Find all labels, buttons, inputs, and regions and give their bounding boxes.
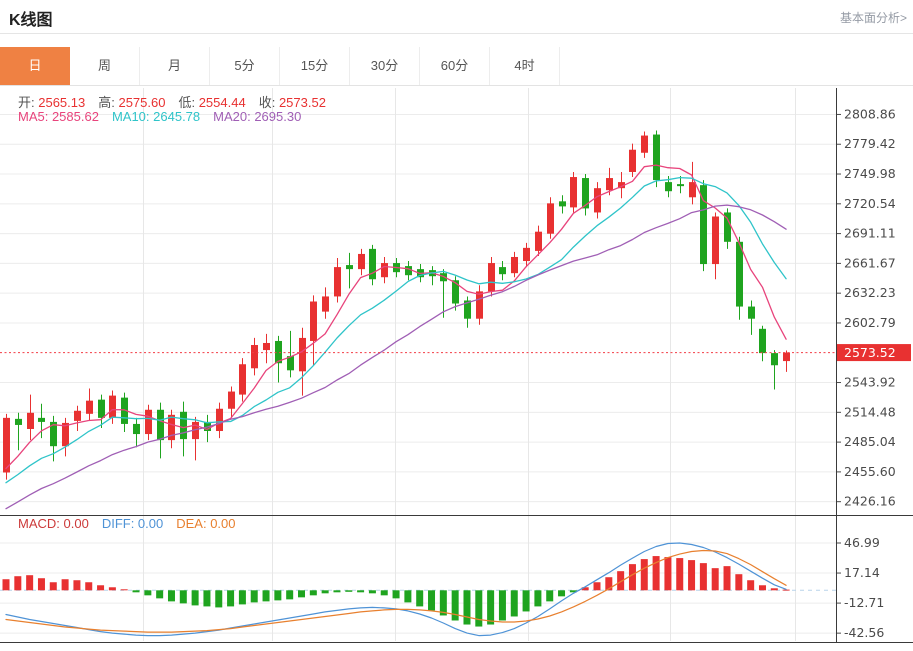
page-title: K线图 [9, 12, 53, 29]
svg-text:2514.48: 2514.48 [844, 404, 896, 419]
svg-text:2426.16: 2426.16 [844, 494, 896, 509]
svg-text:2632.23: 2632.23 [844, 285, 896, 300]
svg-text:-42.56: -42.56 [844, 625, 884, 640]
svg-text:2543.92: 2543.92 [844, 375, 896, 390]
kline-chart[interactable]: 2808.86 2779.42 2749.98 2720.54 2691.11 2661.… [0, 86, 913, 645]
svg-text:2661.67: 2661.67 [844, 255, 896, 270]
svg-text:46.99: 46.99 [844, 535, 880, 550]
svg-text:2779.42: 2779.42 [844, 136, 896, 151]
chart-area: 2808.86 2779.42 2749.98 2720.54 2691.11 2661.… [0, 86, 913, 651]
tab-5min[interactable]: 5分 [210, 47, 280, 85]
svg-text:17.14: 17.14 [844, 565, 880, 580]
tab-week[interactable]: 周 [70, 47, 140, 85]
fundamental-analysis-link[interactable]: 基本面分析> [840, 9, 907, 26]
svg-text:2573.52: 2573.52 [844, 345, 896, 360]
svg-text:2691.11: 2691.11 [844, 226, 896, 241]
period-tabs: 日周月 5分 15分 30分 60分 4时 [0, 47, 913, 86]
tab-month[interactable]: 月 [140, 47, 210, 85]
svg-text:2455.60: 2455.60 [844, 464, 896, 479]
widget-header: K线图 基本面分析> [0, 0, 913, 34]
kline-widget: K线图 基本面分析> 日周月 5分 15分 30分 60分 4时 2808.86 2779.… [0, 0, 913, 651]
tab-30min[interactable]: 30分 [350, 47, 420, 85]
svg-text:2749.98: 2749.98 [844, 166, 896, 181]
tab-day[interactable]: 日 [0, 47, 70, 85]
svg-text:2720.54: 2720.54 [844, 196, 896, 211]
tab-60min[interactable]: 60分 [420, 47, 490, 85]
tab-15min[interactable]: 15分 [280, 47, 350, 85]
svg-text:2808.86: 2808.86 [844, 106, 896, 121]
svg-text:2602.79: 2602.79 [844, 315, 896, 330]
svg-text:2485.04: 2485.04 [844, 434, 896, 449]
tab-4hour[interactable]: 4时 [490, 47, 560, 85]
svg-text:-12.71: -12.71 [844, 595, 884, 610]
